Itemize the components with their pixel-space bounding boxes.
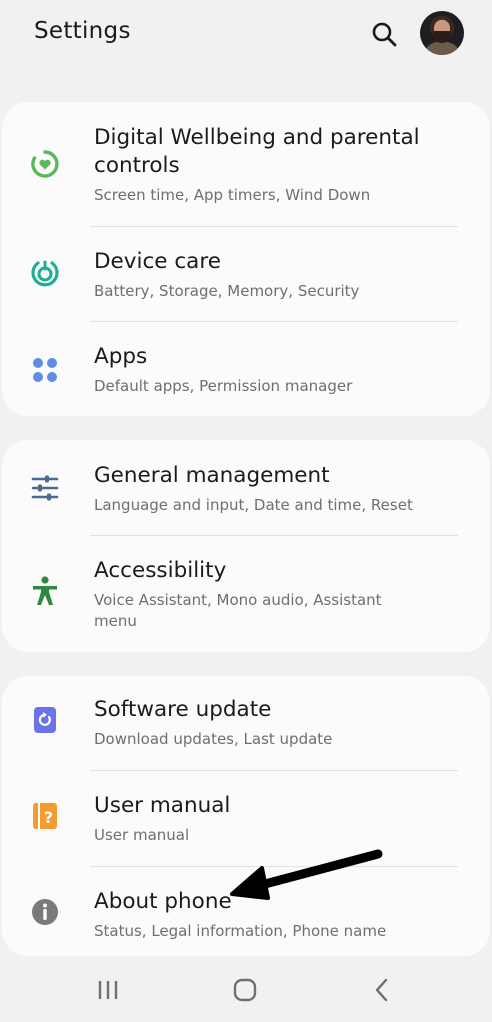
settings-item-subtitle: Download updates, Last update [94,730,333,748]
svg-text:?: ? [44,808,53,827]
settings-item-apps[interactable]: Apps Default apps, Permission manager [2,321,490,416]
page-title: Settings [34,18,131,44]
settings-group-1: Digital Wellbeing and parental controls … [2,102,490,416]
software-update-icon [29,704,61,736]
settings-item-general-management[interactable]: General management Language and input, D… [2,440,490,535]
settings-item-title: User manual [94,793,231,818]
settings-item-software-update[interactable]: Software update Download updates, Last u… [2,676,490,770]
home-icon[interactable] [225,974,265,1006]
settings-item-title: General management [94,463,330,488]
settings-item-title: Software update [94,697,272,722]
apps-icon [29,354,61,386]
settings-item-title: Apps [94,344,148,369]
settings-item-subtitle: Default apps, Permission manager [94,377,353,395]
app-bar: Settings [0,0,492,70]
device-care-icon [29,257,61,289]
accessibility-icon [29,575,61,607]
digital-wellbeing-icon [29,148,61,180]
info-icon [29,896,61,928]
settings-item-title: Accessibility [94,558,227,583]
recents-icon[interactable] [88,974,128,1006]
settings-group-2: General management Language and input, D… [2,440,490,652]
search-icon[interactable] [370,20,398,48]
settings-item-subtitle: Screen time, App timers, Wind Down [94,186,371,204]
user-manual-icon: ? [29,800,61,832]
settings-item-subtitle: Status, Legal information, Phone name [94,922,387,940]
annotation-arrow-icon [230,849,383,900]
settings-item-title: Digital Wellbeing and parental controls [94,125,420,178]
settings-item-subtitle: Voice Assistant, Mono audio, Assistant m… [94,591,382,630]
avatar[interactable] [420,11,464,55]
settings-item-accessibility[interactable]: Accessibility Voice Assistant, Mono audi… [2,535,490,652]
sliders-icon [29,472,61,504]
navigation-bar [0,958,492,1022]
settings-item-subtitle: User manual [94,826,190,844]
back-icon[interactable] [362,974,402,1006]
settings-item-subtitle: Language and input, Date and time, Reset [94,496,413,514]
settings-group-3: Software update Download updates, Last u… [2,676,490,956]
settings-item-device-care[interactable]: Device care Battery, Storage, Memory, Se… [2,226,490,321]
settings-item-title: Device care [94,249,221,274]
settings-item-digital-wellbeing[interactable]: Digital Wellbeing and parental controls … [2,102,490,226]
settings-item-subtitle: Battery, Storage, Memory, Security [94,282,360,300]
